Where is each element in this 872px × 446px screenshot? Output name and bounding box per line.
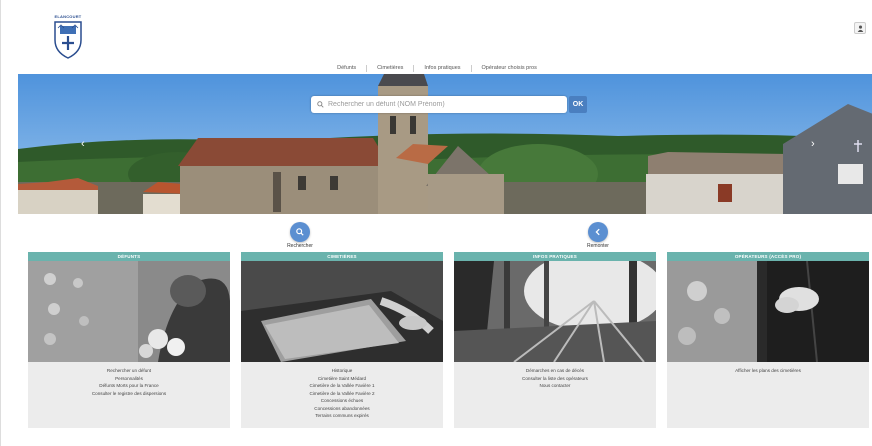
nav-item-defunts[interactable]: Défunts xyxy=(327,64,368,72)
link-concessions-echues[interactable]: Concessions échues xyxy=(241,397,443,405)
link-terrains-expires[interactable]: Terrains communs expirés xyxy=(241,412,443,420)
search-action[interactable]: Rechercher xyxy=(278,222,322,249)
book-photo xyxy=(241,261,443,362)
chevron-right-icon: › xyxy=(811,138,815,150)
link-vallee-faviere-2[interactable]: Cimetière de la Vallée Favière 2 xyxy=(241,390,443,398)
search-ok-button[interactable]: OK xyxy=(569,96,587,113)
link-historique[interactable]: Historique xyxy=(241,367,443,375)
search-action-label: Rechercher xyxy=(287,243,313,249)
chevron-left-icon xyxy=(595,228,600,236)
coat-of-arms-icon xyxy=(54,21,82,59)
link-plans-cimetieres[interactable]: Afficher les plans des cimetières xyxy=(667,367,869,375)
card-operateurs: OPÉRATEURS (ACCÈS PRO) Afficher les plan… xyxy=(667,252,869,428)
link-rechercher-defunt[interactable]: Rechercher un défunt xyxy=(28,367,230,375)
user-account-button[interactable] xyxy=(854,22,866,34)
back-action-button[interactable] xyxy=(588,222,608,242)
hero-carousel xyxy=(18,74,872,214)
link-nous-contacter[interactable]: Nous contacter xyxy=(454,382,656,390)
nav-item-operateur[interactable]: Opérateur choisis pros xyxy=(472,65,547,72)
mourning-photo xyxy=(28,261,230,362)
link-vallee-faviere-1[interactable]: Cimetière de la Vallée Favière 1 xyxy=(241,382,443,390)
search-icon xyxy=(317,101,324,108)
carousel-next-button[interactable]: › xyxy=(811,138,815,150)
card-links: Historique Cimetière Saint Médard Cimeti… xyxy=(241,362,443,420)
card-title: OPÉRATEURS (ACCÈS PRO) xyxy=(667,252,869,261)
link-liste-operateurs[interactable]: Consulter la liste des opérateurs xyxy=(454,375,656,383)
nav-item-cimetieres[interactable]: Cimetières xyxy=(367,64,415,72)
hero-church-image xyxy=(18,74,872,214)
link-registre-dispersions[interactable]: Consulter le registre des dispersions xyxy=(28,390,230,398)
card-image xyxy=(28,261,230,362)
card-links: Afficher les plans des cimetières xyxy=(667,362,869,375)
link-personnalites[interactable]: Personnalités xyxy=(28,375,230,383)
card-defunts: DÉFUNTS Rechercher un défunt Personnalit… xyxy=(28,252,230,428)
back-action-label: Remonter xyxy=(587,243,609,249)
chevron-left-icon: ‹ xyxy=(81,138,85,150)
search-input[interactable] xyxy=(328,101,558,108)
card-image xyxy=(454,261,656,362)
link-demarches-deces[interactable]: Démarches en cas de décès xyxy=(454,367,656,375)
card-cimetieres: CIMETIÈRES Historique Cimetière Saint Mé… xyxy=(241,252,443,428)
main-nav: Défunts Cimetières Infos pratiques Opéra… xyxy=(1,62,872,74)
card-links: Démarches en cas de décès Consulter la l… xyxy=(454,362,656,390)
magnifier-icon xyxy=(296,228,304,236)
card-title: CIMETIÈRES xyxy=(241,252,443,261)
user-icon xyxy=(857,25,863,32)
page: ELANCOURT Défunts Cimetières Infos prati… xyxy=(0,0,872,446)
card-infos-pratiques: INFOS PRATIQUES Démarches en cas de décè… xyxy=(454,252,656,428)
card-title: DÉFUNTS xyxy=(28,252,230,261)
town-logo[interactable]: ELANCOURT xyxy=(51,14,85,60)
nav-item-infos-pratiques[interactable]: Infos pratiques xyxy=(414,64,472,72)
link-saint-medard[interactable]: Cimetière Saint Médard xyxy=(241,375,443,383)
card-image xyxy=(241,261,443,362)
link-morts-pour-la-france[interactable]: Défunts Morts pour la France xyxy=(28,382,230,390)
card-image xyxy=(667,261,869,362)
link-concessions-abandonnees[interactable]: Concessions abandonnées xyxy=(241,405,443,413)
search-action-button[interactable] xyxy=(290,222,310,242)
back-action[interactable]: Remonter xyxy=(576,222,620,249)
hands-suit-photo xyxy=(667,261,869,362)
forest-light-photo xyxy=(454,261,656,362)
card-title: INFOS PRATIQUES xyxy=(454,252,656,261)
card-links: Rechercher un défunt Personnalités Défun… xyxy=(28,362,230,397)
carousel-prev-button[interactable]: ‹ xyxy=(81,138,85,150)
search-bar xyxy=(311,96,567,113)
